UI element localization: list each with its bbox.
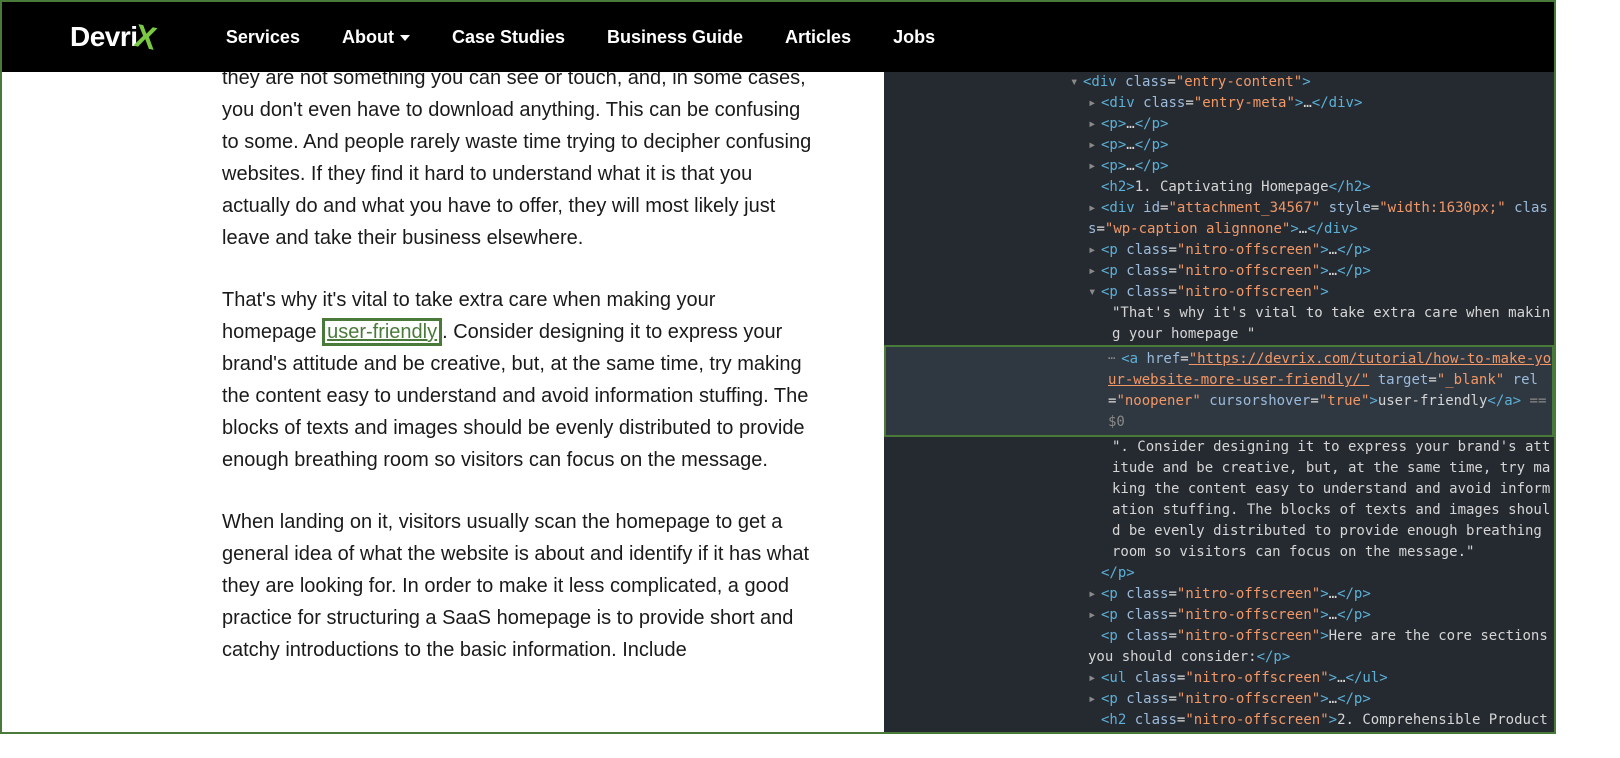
nav-jobs[interactable]: Jobs bbox=[893, 27, 935, 48]
dom-text[interactable]: "That's why it's vital to take extra car… bbox=[884, 303, 1554, 345]
main-nav: Services About Case Studies Business Gui… bbox=[226, 27, 935, 48]
nav-about[interactable]: About bbox=[342, 27, 410, 48]
dom-node[interactable]: ▸<p>…</p> bbox=[884, 156, 1554, 177]
dom-text[interactable]: ". Consider designing it to express your… bbox=[884, 437, 1554, 563]
dom-node[interactable]: ▸<p>…</p> bbox=[884, 114, 1554, 135]
dom-node[interactable]: ▸<ul class="nitro-offscreen">…</ul> bbox=[884, 668, 1554, 689]
dom-node[interactable]: <h2>1. Captivating Homepage</h2> bbox=[884, 177, 1554, 198]
paragraph: That's why it's vital to take extra care… bbox=[222, 284, 812, 476]
dom-node[interactable]: ▸<p>…</p> bbox=[884, 135, 1554, 156]
devtools-elements-panel[interactable]: ▾<div class="entry-content"> ▸<div class… bbox=[884, 72, 1554, 732]
dom-node[interactable]: ▸<p class="nitro-offscreen">…</p> bbox=[884, 240, 1554, 261]
dom-node[interactable]: ▸<div class="entry-meta">…</div> bbox=[884, 93, 1554, 114]
dom-node[interactable]: <p class="nitro-offscreen">Here are the … bbox=[884, 626, 1554, 668]
selected-dom-node[interactable]: ⋯<a href="https://devrix.com/tutorial/ho… bbox=[884, 345, 1554, 437]
dom-node[interactable]: ▸<div id="attachment_34567" style="width… bbox=[884, 198, 1554, 240]
logo[interactable]: DevriX bbox=[70, 19, 156, 56]
nav-articles[interactable]: Articles bbox=[785, 27, 851, 48]
dom-node[interactable]: ▾<p class="nitro-offscreen"> bbox=[884, 282, 1554, 303]
paragraph: When landing on it, visitors usually sca… bbox=[222, 506, 812, 666]
dom-node[interactable]: ▸<p class="nitro-offscreen">…</p> bbox=[884, 261, 1554, 282]
nav-business-guide[interactable]: Business Guide bbox=[607, 27, 743, 48]
dom-node[interactable]: ▾<div class="entry-content"> bbox=[884, 72, 1554, 93]
dom-node[interactable]: <h2 class="nitro-offscreen">2. Comprehen… bbox=[884, 710, 1554, 732]
nav-case-studies[interactable]: Case Studies bbox=[452, 27, 565, 48]
dom-node[interactable]: ▸<p class="nitro-offscreen">…</p> bbox=[884, 689, 1554, 710]
nav-services[interactable]: Services bbox=[226, 27, 300, 48]
logo-text: Devri bbox=[70, 21, 138, 53]
chevron-down-icon bbox=[400, 35, 410, 41]
dom-node[interactable]: </p> bbox=[884, 563, 1554, 584]
dom-node[interactable]: ▸<p class="nitro-offscreen">…</p> bbox=[884, 605, 1554, 626]
user-friendly-link[interactable]: user-friendly bbox=[322, 318, 442, 346]
paragraph: they are not something you can see or to… bbox=[222, 72, 812, 254]
dom-node[interactable]: ▸<p class="nitro-offscreen">…</p> bbox=[884, 584, 1554, 605]
site-header: DevriX Services About Case Studies Busin… bbox=[2, 2, 1554, 72]
article-body: they are not something you can see or to… bbox=[2, 72, 884, 732]
